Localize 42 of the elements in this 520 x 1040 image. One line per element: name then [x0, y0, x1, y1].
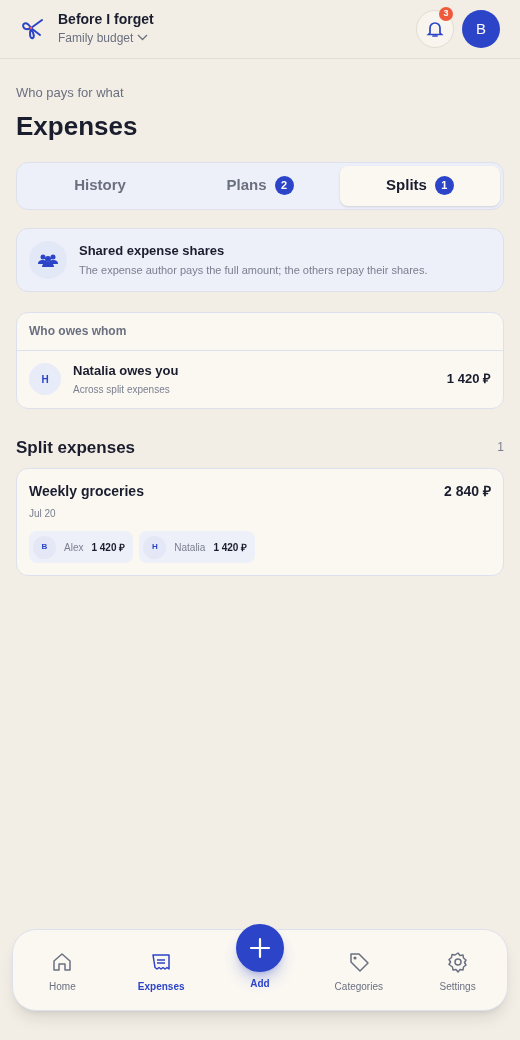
tab[interactable]: Splits 1 — [340, 165, 500, 206]
nav-item[interactable]: Expenses — [111, 930, 211, 1010]
expense-amount: 2 840 ₽ — [444, 482, 491, 501]
section-label: Who owes whom — [17, 312, 503, 351]
balance-title: Natalia owes you — [73, 361, 180, 380]
chevron-down-icon — [137, 34, 149, 42]
tag-icon — [347, 950, 370, 973]
share-name: Alex — [64, 540, 84, 555]
avatar: Н — [143, 535, 167, 559]
balance-amount: 1 420 ₽ — [446, 370, 491, 389]
avatar: Н — [29, 363, 61, 395]
count-badge: 1 — [434, 176, 454, 195]
share-amount: 1 420 ₽ — [213, 540, 248, 555]
home-icon — [51, 950, 74, 973]
page-title: Expenses — [16, 109, 139, 143]
people-icon — [29, 240, 67, 279]
info-text: The expense author pays the full amount; the others repay their shares. — [79, 263, 428, 278]
notification-badge: 3 — [439, 7, 453, 21]
bell-icon — [426, 20, 444, 38]
balance-subtitle: Across split expenses — [73, 383, 171, 398]
avatar: В — [33, 535, 56, 559]
expense-title: Weekly groceries — [29, 482, 144, 501]
add-button[interactable]: Add — [236, 924, 284, 991]
tab[interactable]: History — [20, 165, 180, 206]
nav-item[interactable]: Home — [13, 930, 112, 1010]
share-amount: 1 420 ₽ — [91, 540, 126, 555]
nav-item[interactable]: Categories — [309, 930, 409, 1010]
app-name: Before I forget — [58, 11, 154, 29]
profile-avatar[interactable]: B — [462, 10, 500, 48]
expense-card[interactable]: Weekly groceries 2 840 ₽ Jul 20 В Alex 1 420 ₽ Н Natalia 1 420 ₽ — [16, 468, 504, 576]
budget-selector[interactable]: Family budget — [58, 28, 154, 47]
section-count: 1 — [497, 439, 504, 457]
section-title: Split expenses — [16, 436, 136, 459]
page-subtitle: Who pays for what — [16, 84, 125, 102]
info-title: Shared expense shares — [79, 241, 226, 260]
count-badge: 2 — [274, 176, 294, 195]
plus-icon — [236, 924, 284, 972]
tab[interactable]: Plans 2 — [180, 165, 340, 206]
nav-item[interactable]: Settings — [408, 930, 507, 1010]
settings-icon — [446, 950, 469, 973]
expense-date: Jul 20 — [29, 507, 57, 521]
share-name: Natalia — [174, 540, 206, 555]
